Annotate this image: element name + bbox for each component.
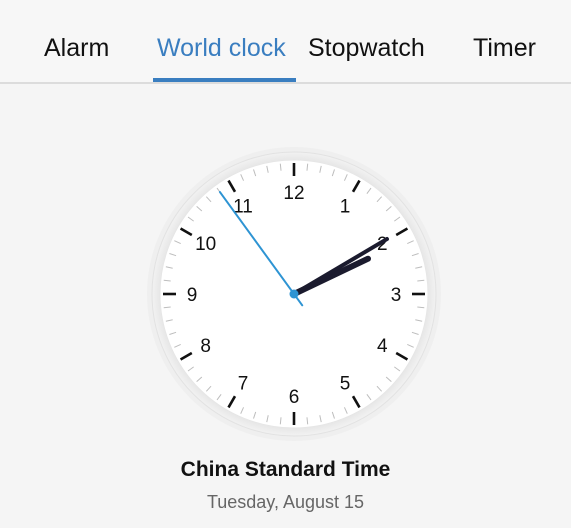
tab-timer[interactable]: Timer	[473, 30, 536, 66]
world-clock-screen: Alarm World clock Stopwatch Timer 12 1 2 3 4…	[0, 0, 571, 528]
clock-numeral: 9	[187, 285, 198, 306]
clock-numeral: 1	[340, 197, 351, 218]
active-tab-indicator	[153, 78, 296, 82]
clock-face-icon: 121234567891011	[147, 147, 441, 441]
clock-center-pin	[289, 289, 299, 299]
tab-world-clock[interactable]: World clock	[157, 30, 286, 66]
tab-bar: Alarm World clock Stopwatch Timer	[0, 0, 571, 84]
tab-alarm[interactable]: Alarm	[44, 30, 109, 66]
clock-numeral: 6	[289, 387, 300, 408]
clock-numeral: 5	[340, 373, 351, 394]
clock-numeral: 10	[195, 234, 216, 255]
clock-numeral: 4	[377, 336, 388, 357]
analog-clock: 12 1 2 3 4 5 6 7 8 9 10 11	[146, 146, 442, 442]
tab-stopwatch[interactable]: Stopwatch	[308, 30, 425, 66]
timezone-name: China Standard Time	[180, 458, 391, 481]
clock-numeral: 3	[391, 285, 402, 306]
timezone-date: Tuesday, August 15	[206, 492, 365, 512]
clock-numeral: 8	[200, 336, 211, 357]
clock-numeral: 7	[238, 373, 249, 394]
clock-numeral: 12	[283, 183, 304, 204]
